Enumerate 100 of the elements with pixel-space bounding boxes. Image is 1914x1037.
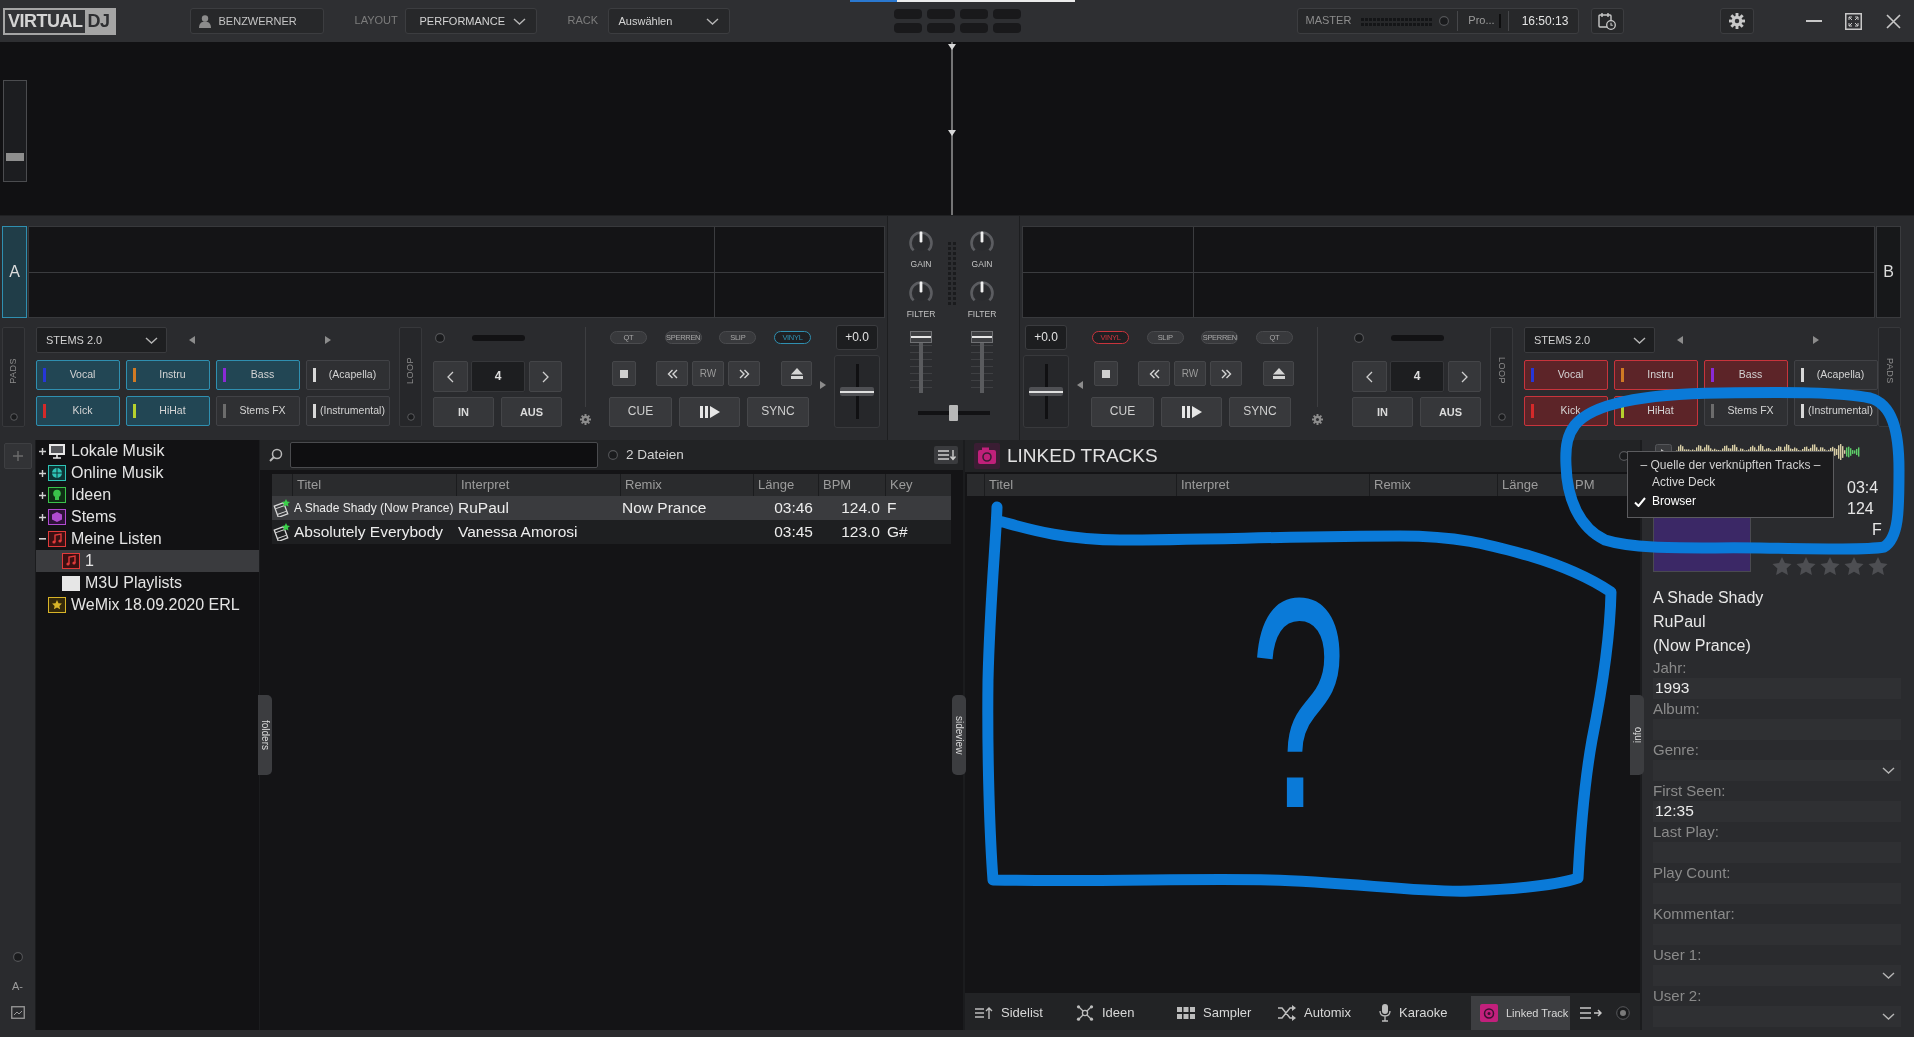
stems-dropdown[interactable]: STEMS 2.0	[36, 327, 167, 353]
dot-icon[interactable]	[1497, 413, 1506, 421]
pad-button[interactable]: Stems FX	[1704, 396, 1788, 426]
column-header[interactable]: Titel	[984, 474, 1176, 496]
side-tab[interactable]: folders	[258, 695, 272, 775]
dot-icon[interactable]	[1354, 333, 1364, 343]
loop-double-button[interactable]	[529, 361, 562, 392]
minus-icon[interactable]	[38, 538, 46, 540]
loop-out-button[interactable]: AUS	[1420, 397, 1481, 427]
tree-item[interactable]: Ideen	[36, 484, 116, 506]
slider-track[interactable]	[472, 335, 525, 341]
dot-icon[interactable]	[406, 413, 415, 421]
column-header[interactable]: Remix	[1369, 474, 1497, 496]
gear-icon[interactable]	[580, 414, 591, 425]
star-icon[interactable]	[1868, 557, 1888, 576]
track-row[interactable]: A Shade Shady (Now Prance) RuPaul Now Prance 03:46 124.0 F	[272, 496, 951, 520]
dot-icon[interactable]	[9, 413, 18, 421]
plus-icon[interactable]	[38, 469, 46, 477]
layout-dropdown[interactable]: PERFORMANCE	[404, 8, 537, 34]
knob-pointer[interactable]	[980, 281, 984, 293]
loop-halve-button[interactable]	[433, 361, 468, 392]
maximize-icon[interactable]	[1844, 12, 1862, 30]
deck-label[interactable]: B	[1876, 226, 1901, 318]
dropdown-field[interactable]	[1653, 965, 1901, 986]
fader-handle[interactable]	[971, 331, 993, 343]
pitch-fader[interactable]	[1023, 355, 1069, 428]
text-field[interactable]: 1993	[1653, 678, 1901, 699]
triangle-right-icon[interactable]	[1813, 336, 1819, 344]
zoom-slider[interactable]	[3, 80, 27, 182]
pad-button[interactable]: Instru	[1614, 360, 1698, 390]
star-icon[interactable]	[1796, 557, 1816, 576]
browser-tab[interactable]: Ideen	[1067, 996, 1166, 1030]
pad-button[interactable]: Instru	[126, 360, 210, 390]
loop-double-button[interactable]	[1448, 361, 1481, 392]
dropdown-field[interactable]	[1653, 1006, 1901, 1027]
star-icon[interactable]	[1820, 557, 1840, 576]
side-tab[interactable]: sideview	[952, 695, 966, 775]
side-tab[interactable]: info	[1630, 695, 1644, 775]
slider-track[interactable]	[1391, 335, 1444, 341]
loop-out-button[interactable]: AUS	[501, 397, 562, 427]
plus-icon[interactable]	[38, 447, 46, 455]
list-arrow-icon[interactable]	[1580, 1005, 1602, 1021]
browser-tab[interactable]: Automix	[1269, 996, 1368, 1030]
user-button[interactable]: BENZWERNER	[189, 8, 324, 34]
tree-item[interactable]: Lokale Musik	[36, 440, 169, 462]
loop-halve-button[interactable]	[1352, 361, 1387, 392]
play-pause-button[interactable]	[1161, 397, 1222, 427]
star-icon[interactable]	[1844, 557, 1864, 576]
dot-icon[interactable]	[435, 333, 445, 343]
plus-icon[interactable]	[38, 491, 46, 499]
deck-label[interactable]: A	[2, 226, 27, 318]
pad-button[interactable]: HiHat	[126, 396, 210, 426]
tree-item[interactable]: Meine Listen	[36, 528, 166, 550]
picture-frame-icon[interactable]	[10, 1006, 25, 1019]
browser-tab[interactable]: Karaoke	[1370, 996, 1469, 1030]
dot-icon[interactable]	[12, 951, 23, 962]
cue-button[interactable]: CUE	[1091, 397, 1154, 427]
pad-button[interactable]: (Acapella)	[1794, 360, 1878, 390]
cue-button[interactable]: CUE	[609, 397, 672, 427]
rack-dropdown[interactable]: Auswählen	[607, 8, 730, 34]
tree-item[interactable]: M3U Playlists	[36, 572, 186, 594]
tree-item[interactable]: WeMix 18.09.2020 ERL	[36, 594, 244, 616]
knob-pointer[interactable]	[980, 231, 984, 243]
forward-button[interactable]	[1210, 361, 1242, 386]
stems-dropdown[interactable]: STEMS 2.0	[1524, 327, 1655, 353]
fader-handle[interactable]	[910, 331, 932, 343]
pad-button[interactable]: Vocal	[1524, 360, 1608, 390]
loop-in-button[interactable]: IN	[433, 397, 494, 427]
triangle-right-icon[interactable]	[325, 336, 331, 344]
knob-pointer[interactable]	[919, 231, 923, 243]
rewind-button[interactable]	[656, 361, 688, 386]
font-size-button[interactable]: A-	[12, 979, 23, 992]
triangle-left-icon[interactable]	[1677, 336, 1683, 344]
loop-in-button[interactable]: IN	[1352, 397, 1413, 427]
fader-handle[interactable]	[1029, 387, 1063, 396]
play-pause-button[interactable]	[679, 397, 740, 427]
pad-button[interactable]: (Instrumental)	[306, 396, 390, 426]
stop-button[interactable]	[1094, 361, 1118, 386]
rewind-button[interactable]	[1138, 361, 1170, 386]
pad-button[interactable]: Bass	[216, 360, 300, 390]
column-header[interactable]: Interpret	[1176, 474, 1369, 496]
schedule-button[interactable]	[1590, 8, 1624, 34]
star-rating[interactable]	[1772, 557, 1888, 576]
reverse-button[interactable]: RW	[1174, 361, 1206, 386]
record-icon[interactable]	[1616, 1006, 1630, 1020]
fader-handle[interactable]	[840, 387, 874, 396]
stop-button[interactable]	[612, 361, 636, 386]
sync-button[interactable]: SYNC	[747, 397, 809, 427]
dropdown-field[interactable]	[1653, 760, 1901, 781]
browser-tab[interactable]: Sampler	[1168, 996, 1267, 1030]
sync-button[interactable]: SYNC	[1229, 397, 1291, 427]
plus-icon[interactable]	[38, 513, 46, 521]
settings-button[interactable]	[1719, 8, 1754, 34]
knob-pointer[interactable]	[919, 281, 923, 293]
pad-button[interactable]: Stems FX	[216, 396, 300, 426]
forward-button[interactable]	[728, 361, 760, 386]
slider-handle[interactable]	[6, 152, 24, 161]
text-field[interactable]: 12:35	[1653, 801, 1901, 822]
minimize-icon[interactable]	[1805, 20, 1822, 22]
browser-tab[interactable]: Sidelist	[966, 996, 1065, 1030]
